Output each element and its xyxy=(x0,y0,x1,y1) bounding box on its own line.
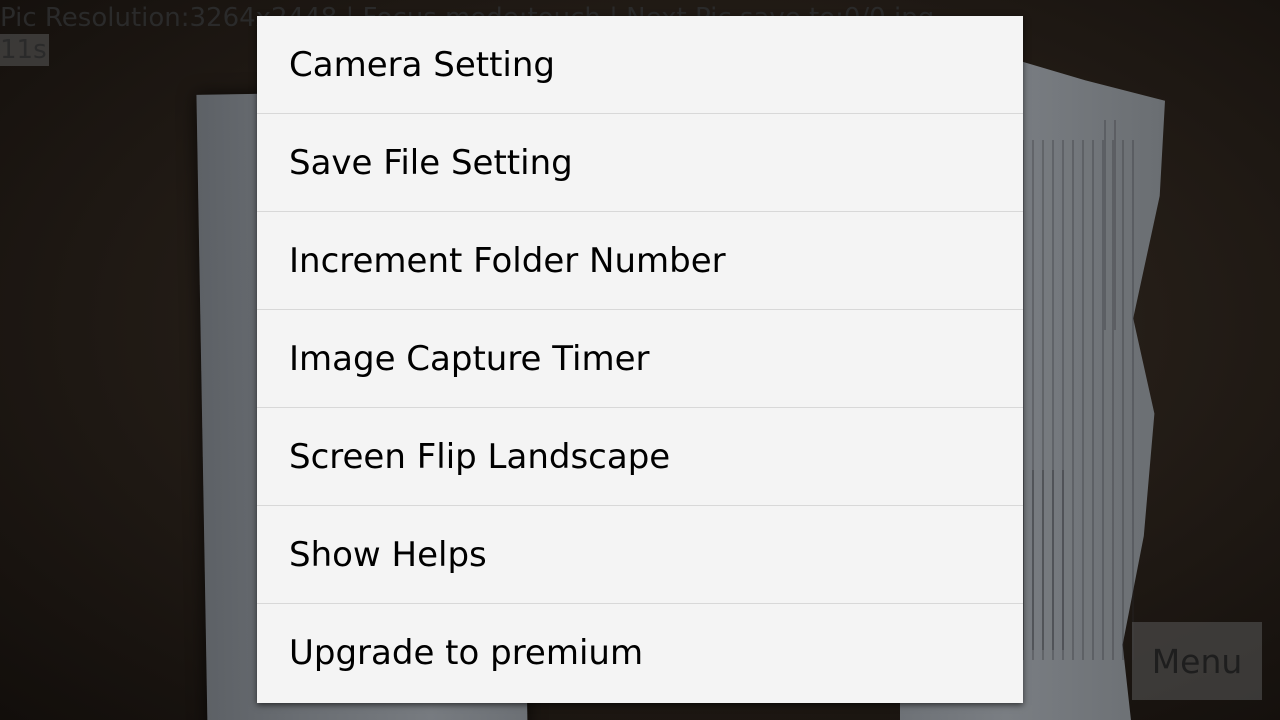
preview-paper-text xyxy=(1022,470,1064,650)
timer-countdown-text: 11s xyxy=(0,34,49,66)
options-menu-list: Camera Setting Save File Setting Increme… xyxy=(257,16,1023,701)
menu-item-save-file-setting[interactable]: Save File Setting xyxy=(257,114,1023,212)
preview-paper-text xyxy=(1104,120,1122,330)
options-menu-dialog: Camera Setting Save File Setting Increme… xyxy=(257,16,1023,703)
menu-button[interactable]: Menu xyxy=(1132,622,1262,700)
menu-item-screen-flip-landscape[interactable]: Screen Flip Landscape xyxy=(257,408,1023,506)
menu-item-show-helps[interactable]: Show Helps xyxy=(257,506,1023,604)
menu-item-upgrade-to-premium[interactable]: Upgrade to premium xyxy=(257,604,1023,701)
menu-item-image-capture-timer[interactable]: Image Capture Timer xyxy=(257,310,1023,408)
camera-screen: Pic Resolution:3264x2448 | Focus mode:to… xyxy=(0,0,1280,720)
menu-item-increment-folder-number[interactable]: Increment Folder Number xyxy=(257,212,1023,310)
menu-item-camera-setting[interactable]: Camera Setting xyxy=(257,16,1023,114)
